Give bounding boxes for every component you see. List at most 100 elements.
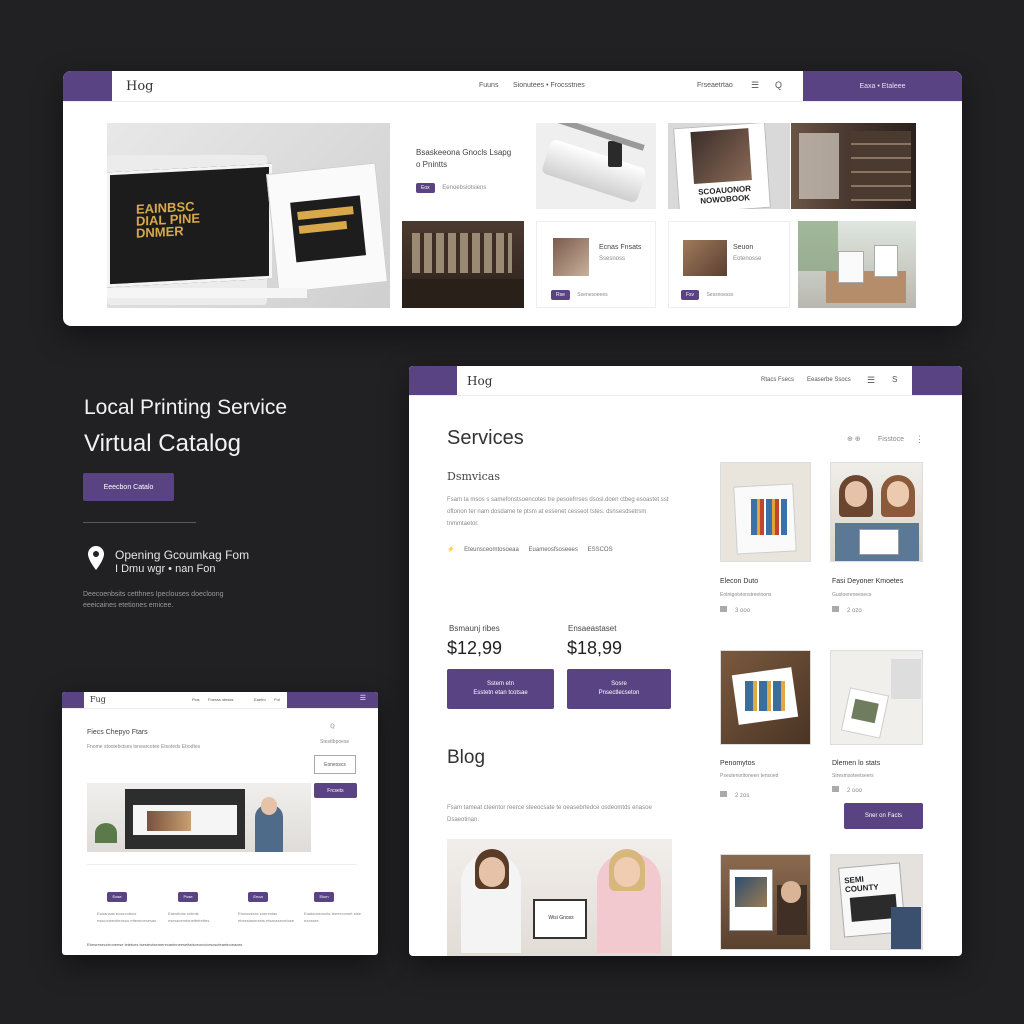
promo-title: Bsaskeeona Gnocls Lsapg o Pnintts [416, 148, 512, 169]
nav-link-2[interactable]: Foesss stesss [208, 697, 233, 702]
feature-1[interactable]: Eose Eauansas eosecoteus essconbestteoso… [97, 892, 157, 924]
main-navbar: Hog Rtacs Fsecs Eeaserbe Ssocs ☰ S [409, 366, 962, 396]
feature-2[interactable]: Pose Eaesttobs sntmte nsesscemtonettefre… [168, 892, 228, 924]
search-icon[interactable]: S [892, 375, 897, 384]
shop-interior-photo[interactable] [402, 221, 524, 308]
search-icon[interactable]: Q [775, 80, 782, 90]
services-meta-row: ⚡ Eteunsceomtosoeaa Euameosfsoseees ESSC… [447, 546, 613, 553]
site-logo[interactable]: Hog [467, 374, 492, 388]
small-widget-text: Stesttbpoese [320, 739, 350, 745]
blog-heading: Blog [447, 747, 486, 768]
filter-icons[interactable]: ⊕ ⊕ [847, 435, 861, 443]
meta-item-2[interactable]: Euameosfsoseees [529, 547, 578, 553]
blog-sign-text: Wisi Gnoss [548, 915, 574, 921]
nav-cta-label: Eaxa • Etaleee [859, 82, 906, 90]
product-card-2-tag[interactable]: Fsv [681, 290, 700, 300]
product-card-1-tag[interactable]: Rse [551, 290, 570, 300]
product-4-count-value: 2 ooo [847, 788, 863, 794]
feature-2-text: Eaesttobs sntmte nsesscemtonettefrettes [168, 911, 210, 923]
price-1-button[interactable]: Sstem etn Esstetn etan tcotsae [447, 669, 554, 709]
promo-meta: Eenoebsiotsiens [442, 185, 487, 191]
site-logo[interactable]: Hog [126, 79, 154, 94]
feature-4-tag[interactable]: Ekon [314, 892, 334, 902]
small-printer-photo[interactable] [87, 783, 311, 852]
nav-link-1[interactable]: Fuuns [479, 82, 498, 89]
hero-product-photo[interactable]: EAINBSC DIAL PINE DNMER [107, 123, 390, 308]
nav-link-3[interactable]: Eaetro [254, 697, 266, 702]
product-5-image[interactable] [720, 854, 811, 950]
product-card-1[interactable]: Ecnas Fnsats Ssesnoss Rse Ssenesoeees [536, 221, 656, 308]
nav-link-3[interactable]: Frseaetrtao [697, 82, 733, 89]
nav-accent-left [62, 692, 84, 708]
price-2-button[interactable]: Sosre Pnsectlecseton [567, 669, 671, 709]
nav-link-1[interactable]: Fios [192, 697, 200, 702]
site-logo[interactable]: Fug [90, 695, 106, 704]
laminator-photo[interactable] [536, 123, 656, 209]
price-1-button-line2: Esstetn etan tcotsae [473, 690, 528, 696]
product-3-image[interactable] [720, 650, 811, 745]
nav-link-2[interactable]: Sionutees • Frocsstnes [513, 82, 585, 89]
menu-icon[interactable]: ☰ [867, 375, 875, 386]
product-2-title: Fasi Deyoner Kmoetes [832, 578, 904, 585]
meta-item-3[interactable]: ESSCOS [588, 547, 613, 553]
product-1-count-value: 3 ooo [735, 608, 751, 614]
blog-sign-board: Wisi Gnoss [533, 899, 587, 939]
product-1-desc: Eotntgotvtonstreetoons [720, 592, 772, 598]
price-1-value: $12,99 [447, 638, 503, 658]
print-shop-photo[interactable] [791, 123, 916, 209]
top-navbar: Hog Fuuns Sionutees • Frocsstnes Frseaet… [63, 71, 962, 102]
blog-team-photo[interactable]: Wisi Gnoss [447, 839, 672, 956]
meta-item-1[interactable]: Eteunsceomtosoeaa [464, 547, 519, 553]
nav-link-1[interactable]: Rtacs Fsecs [761, 377, 794, 383]
nav-cta-button[interactable]: Eaxa • Etaleee [803, 71, 962, 101]
display-stand-photo[interactable] [798, 221, 916, 308]
product-card-2[interactable]: Seuon Eotenosse Fsv Sessnoesss [668, 221, 790, 308]
small-heading: Fiecs Chepyo Ftars [87, 729, 148, 736]
more-icon[interactable]: ⋮ [915, 434, 924, 445]
menu-icon[interactable]: ☰ [751, 80, 759, 91]
hero-cta-button[interactable]: Eeecbon Catalo [83, 473, 174, 501]
promo-tag[interactable]: Eox [416, 183, 435, 193]
small-input[interactable]: Eonesscs [314, 755, 356, 774]
filter-label[interactable]: Fisstoce [878, 436, 904, 443]
product-3-count-value: 2 zos [735, 793, 750, 799]
products-view-button[interactable]: Sner on Facts [844, 803, 923, 829]
promo-card[interactable]: Bsaskeeona Gnocls Lsapg o Pnintts Eox Ee… [402, 123, 524, 209]
feature-3-tag[interactable]: Enoa [248, 892, 268, 902]
small-subtext: Fnome stootebctses tsnearcotee Etsoteds … [87, 744, 201, 750]
small-button-label: Frcsets [327, 787, 344, 794]
nav-accent-left [63, 71, 112, 101]
bolt-icon: ⚡ [447, 547, 455, 553]
product-card-1-title: Ecnas Fnsats [599, 244, 642, 251]
services-subheading: Dsmvicas [447, 470, 500, 483]
main-services-window: Hog Rtacs Fsecs Eeaserbe Ssocs ☰ S Servi… [409, 366, 962, 956]
nav-link-2[interactable]: Eeaserbe Ssocs [807, 377, 851, 383]
image-icon [832, 786, 839, 792]
feature-1-tag[interactable]: Eose [107, 892, 127, 902]
menu-icon[interactable]: ☰ [360, 694, 366, 702]
feature-4[interactable]: Ekon Eaatsoeeosots teeeecomet stse ezoss… [304, 892, 364, 924]
small-landing-window: Fug Fios Foesss stesss Eaetro Fot ☰ Fiec… [62, 692, 378, 955]
product-4-image[interactable] [830, 650, 923, 745]
poster-easel-photo[interactable]: SCOAUONOR NOWOBOOK [668, 123, 790, 209]
product-card-1-subtitle: Ssesnoss [599, 256, 626, 262]
small-button[interactable]: Frcsets [314, 783, 357, 798]
price-2-button-line2: Pnsectlecseton [598, 690, 640, 696]
product-6-image[interactable]: SEMI COUNTY [830, 854, 923, 950]
price-2-label: Ensaeastaset [568, 624, 617, 633]
product-1-image[interactable] [720, 462, 811, 562]
location-line1: Opening Gcoumkag Fom [115, 548, 250, 562]
hero-description: Deecoenbsits cetthnes Ipeclouses doecloo… [83, 591, 224, 609]
image-icon [720, 606, 727, 612]
feature-3[interactable]: Enoa Etosossees soerestas ebesstasersets… [238, 892, 298, 924]
hero-cta-label: Eeecbon Catalo [103, 483, 154, 491]
product-2-image[interactable] [830, 462, 923, 562]
feature-1-text: Eauansas eosecoteus essconbestteosoo ett… [97, 911, 157, 923]
image-icon [832, 606, 839, 612]
product-4-desc: Stresmsoteetseers [832, 773, 874, 779]
services-heading: Services [447, 427, 524, 449]
feature-2-tag[interactable]: Pose [178, 892, 198, 902]
product-2-desc: Gustoereneesecs [832, 592, 872, 598]
nav-link-4[interactable]: Fot [274, 697, 280, 702]
product-2-count: 2 ozo [832, 606, 862, 614]
